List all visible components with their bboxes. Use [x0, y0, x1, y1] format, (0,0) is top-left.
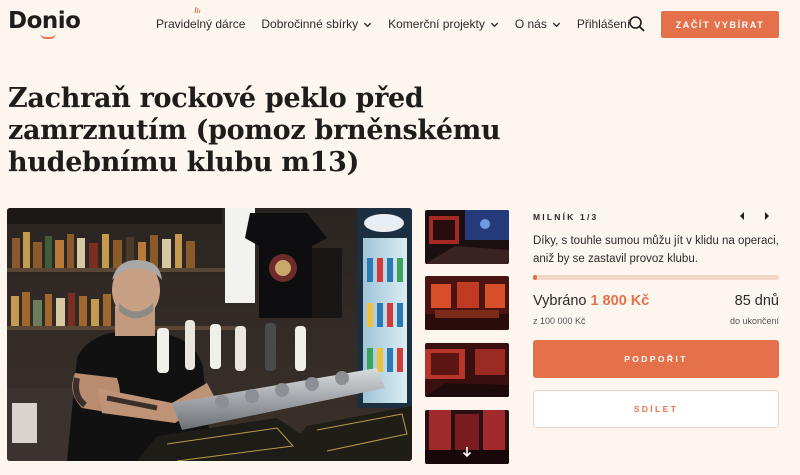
chevron-down-icon [552, 22, 560, 27]
thumbnail-image [425, 343, 509, 397]
chevron-down-icon [363, 22, 372, 27]
main-nav: Pravidelný dárce Dobročinné sbírky Komer… [156, 17, 630, 31]
goal-amount: z 100 000 Kč [533, 316, 586, 326]
nav-label: O nás [514, 17, 547, 31]
chevron-down-icon [490, 22, 498, 27]
funding-progress-bar [533, 275, 779, 280]
campaign-title: Zachraň rockové peklo před zamrznutím (p… [8, 83, 501, 178]
thumbnail-image [425, 276, 509, 330]
raised-amount: 1 800 Kč [590, 293, 650, 309]
nav-label: Dobročinné sbírky [261, 17, 359, 31]
nav-regular-donor[interactable]: Pravidelný dárce [156, 17, 245, 31]
gallery-thumbnail[interactable] [425, 343, 509, 397]
raised-label: Vybráno [533, 293, 587, 309]
arrow-down-icon[interactable] [461, 446, 473, 458]
nav-label: Komerční projekty [388, 17, 485, 31]
days-left: 85 dnů [734, 293, 779, 309]
milestone-label: MILNÍK 1/3 [533, 212, 599, 222]
nav-label: Přihlášení [576, 17, 631, 31]
start-fundraising-button[interactable]: ZAČÍT VYBÍRAT [661, 11, 779, 38]
sparkle-icon [194, 6, 201, 14]
nav-commercial-projects[interactable]: Komerční projekty [388, 17, 499, 31]
chevron-right-icon[interactable] [762, 210, 772, 222]
milestone-description: Díky, s touhle sumou můžu jít v klidu na… [533, 235, 779, 265]
gallery-thumbnail[interactable] [425, 276, 509, 330]
campaign-main-photo[interactable] [7, 208, 412, 461]
days-left-label: do ukončení [729, 316, 779, 326]
logo[interactable]: Donio [8, 8, 81, 34]
funding-progress-fill [533, 275, 538, 280]
raised-amount-line: Vybráno 1 800 Kč [533, 293, 649, 309]
share-button[interactable]: SDÍLET [533, 390, 779, 428]
support-button[interactable]: PODPOŘIT [533, 340, 779, 378]
gallery-thumbnail[interactable] [425, 410, 509, 464]
nav-label: Pravidelný dárce [156, 17, 246, 31]
nav-charity-collections[interactable]: Dobročinné sbírky [261, 17, 372, 31]
nav-login[interactable]: Přihlášení [577, 17, 630, 31]
nav-about-us[interactable]: O nás [515, 17, 561, 31]
logo-smile-mark [40, 33, 56, 39]
thumbnail-image [425, 210, 509, 264]
search-icon[interactable] [628, 15, 646, 33]
gallery-thumbnail[interactable] [425, 210, 509, 264]
chevron-left-icon[interactable] [737, 210, 747, 222]
bar-photo-illustration [7, 208, 412, 461]
